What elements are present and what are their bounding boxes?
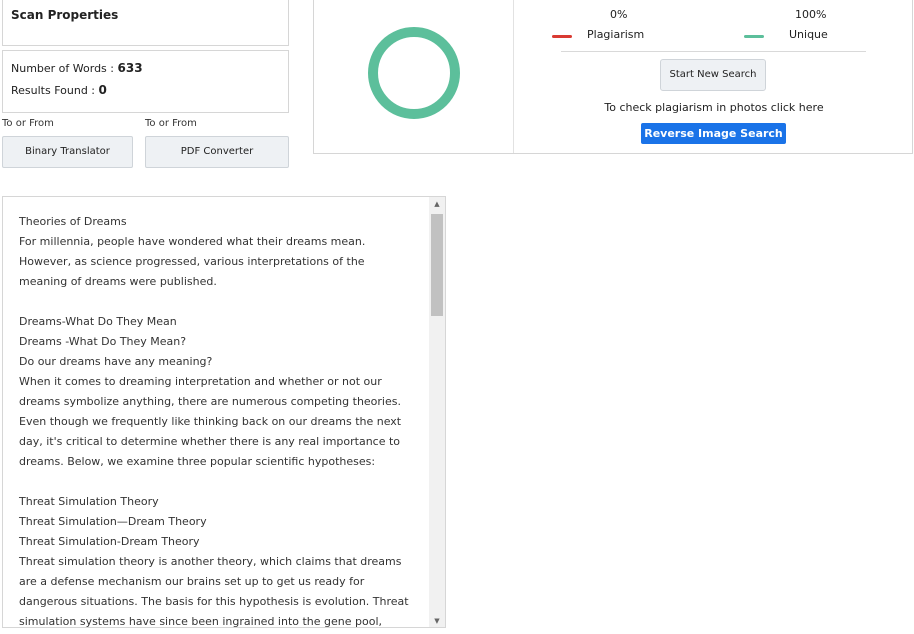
unique-percent: 100% (795, 8, 827, 21)
scan-stats-panel: Number of Words : 633 Results Found : 0 (2, 50, 289, 113)
words-label: Number of Words : (11, 62, 118, 75)
uniqueness-donut-chart (368, 27, 460, 119)
binary-translator-caption: To or From (2, 118, 54, 129)
scan-properties-title: Scan Properties (11, 8, 119, 22)
words-value: 633 (117, 61, 143, 75)
reverse-image-search-button[interactable]: Reverse Image Search (641, 123, 786, 144)
start-new-search-button[interactable]: Start New Search (660, 59, 766, 91)
results-value: 0 (98, 83, 107, 97)
plagiarism-legend-label: Plagiarism (587, 28, 645, 41)
photo-check-text: To check plagiarism in photos click here (604, 101, 824, 114)
pdf-converter-button[interactable]: PDF Converter (145, 136, 289, 168)
plagiarism-percent: 0% (610, 8, 628, 21)
scroll-thumb[interactable] (431, 214, 443, 316)
legend-divider (561, 51, 866, 52)
panel-divider (513, 0, 514, 153)
scroll-up-arrow-icon[interactable]: ▲ (429, 200, 445, 208)
unique-legend-swatch (744, 35, 764, 38)
donut-unique-segment (368, 27, 460, 119)
results-label: Results Found : (11, 84, 99, 97)
plagiarism-legend-swatch (552, 35, 572, 38)
scan-properties-panel: Scan Properties (2, 0, 289, 46)
results-panel: 0% 100% Plagiarism Unique Start New Sear… (313, 0, 913, 154)
vertical-scrollbar[interactable]: ▲ ▼ (429, 197, 445, 627)
pdf-converter-caption: To or From (145, 118, 197, 129)
words-count: Number of Words : 633 (11, 61, 143, 75)
scroll-down-arrow-icon[interactable]: ▼ (429, 617, 445, 625)
document-text: Theories of Dreams For millennia, people… (19, 215, 409, 628)
binary-translator-button[interactable]: Binary Translator (2, 136, 133, 168)
results-count: Results Found : 0 (11, 83, 107, 97)
unique-legend-label: Unique (789, 28, 828, 41)
document-text-area[interactable]: Theories of Dreams For millennia, people… (2, 196, 446, 628)
